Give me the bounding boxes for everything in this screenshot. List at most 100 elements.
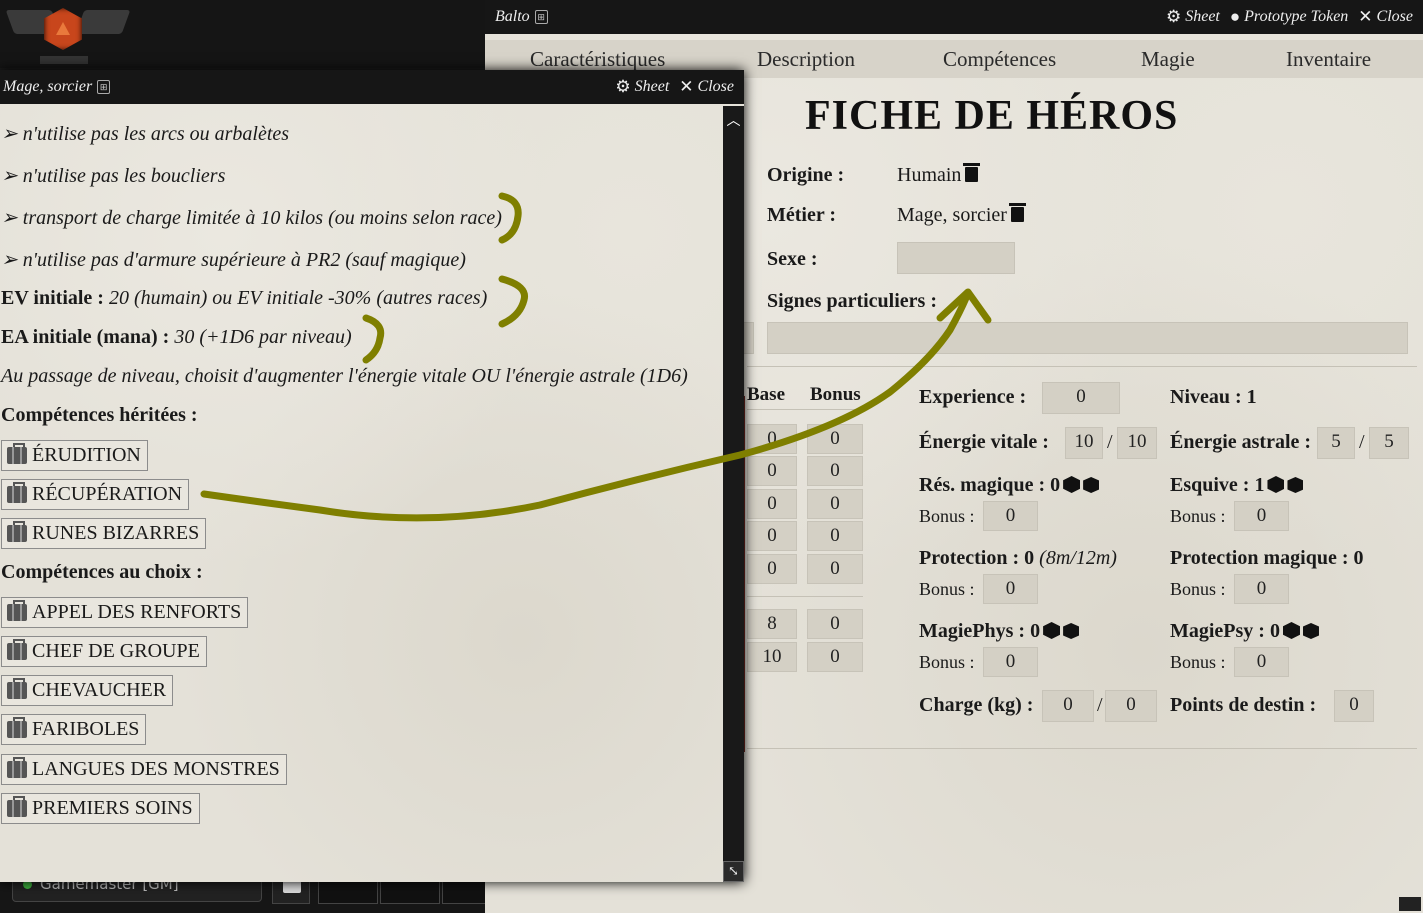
d20-icon[interactable] <box>1267 476 1285 493</box>
sex-input[interactable] <box>897 242 1015 274</box>
stat-base-field[interactable]: 0 <box>747 424 797 454</box>
actor-window-title: Balto ⊞ <box>485 8 1166 26</box>
stat-base-field[interactable]: 0 <box>747 456 797 486</box>
logo-base <box>40 56 88 64</box>
level-label: Niveau : 1 <box>1170 386 1257 408</box>
document-icon[interactable]: ⊞ <box>534 10 548 25</box>
document-icon[interactable]: ⊞ <box>97 80 111 95</box>
d6-icon[interactable] <box>1083 477 1100 493</box>
skill-button[interactable]: RÉCUPÉRATION <box>1 479 190 510</box>
close-button[interactable]: ✕ Close <box>679 77 734 97</box>
choice-skills-title: Compétences au choix : <box>1 561 203 583</box>
stat-base-field[interactable]: 8 <box>747 609 797 639</box>
tab-description[interactable]: Description <box>757 47 855 72</box>
tab-magie[interactable]: Magie <box>1141 47 1195 72</box>
charge-label: Charge (kg) : <box>919 694 1034 716</box>
inherited-skills-title: Compétences héritées : <box>1 404 198 426</box>
scrollbar[interactable]: ︿ ⤡ <box>723 106 744 882</box>
experience-input[interactable]: 0 <box>1042 382 1120 414</box>
ev-current-input[interactable]: 10 <box>1065 427 1103 459</box>
stat-bonus-field[interactable]: 0 <box>807 554 863 584</box>
d6-icon[interactable] <box>1063 623 1080 639</box>
skill-button[interactable]: ÉRUDITION <box>1 440 148 471</box>
suitcase-icon <box>7 757 27 778</box>
dodge-bonus-input[interactable]: 0 <box>1234 501 1289 531</box>
d20-icon[interactable] <box>1282 622 1300 639</box>
tab-caracteristiques[interactable]: Caractéristiques <box>530 47 665 72</box>
stat-bonus-field[interactable]: 0 <box>807 456 863 486</box>
destiny-label: Points de destin : <box>1170 694 1317 716</box>
bonus-label: Bonus : <box>1170 652 1226 672</box>
d20-icon[interactable] <box>1043 622 1061 639</box>
magiepsy-bonus-input[interactable]: 0 <box>1234 647 1289 677</box>
d6-icon[interactable] <box>1302 623 1319 639</box>
protection-bonus-input[interactable]: 0 <box>983 574 1038 604</box>
magiepsy-label: MagiePsy : 0 <box>1170 620 1319 643</box>
divider <box>747 409 863 410</box>
stat-bonus-field[interactable]: 0 <box>807 609 863 639</box>
item-sheet-body: ➢ n'utilise pas les arcs ou arbalètes ➢ … <box>0 106 723 882</box>
trash-icon[interactable] <box>1008 203 1026 222</box>
skill-button[interactable]: LANGUES DES MONSTRES <box>1 754 287 785</box>
stat-base-field[interactable]: 0 <box>747 489 797 519</box>
protection-mag-bonus-input[interactable]: 0 <box>1234 574 1289 604</box>
charge-max-input[interactable]: 0 <box>1105 690 1157 722</box>
stat-base-field[interactable]: 0 <box>747 554 797 584</box>
stat-bonus-field[interactable]: 0 <box>807 489 863 519</box>
gear-icon: ⚙ <box>1165 7 1182 26</box>
skill-button[interactable]: APPEL DES RENFORTS <box>1 597 249 628</box>
resize-icon[interactable] <box>1399 897 1421 911</box>
charge-current-input[interactable]: 0 <box>1042 690 1094 722</box>
stat-bonus-field[interactable]: 0 <box>807 521 863 551</box>
d6-icon[interactable] <box>1287 477 1304 493</box>
trash-icon[interactable] <box>963 163 981 182</box>
destiny-input[interactable]: 0 <box>1334 690 1374 722</box>
divider <box>747 748 1417 749</box>
ev-max-input[interactable]: 10 <box>1117 427 1157 459</box>
magiephys-bonus-input[interactable]: 0 <box>983 647 1038 677</box>
logo-wing-right <box>75 10 131 34</box>
ea-max-input[interactable]: 5 <box>1369 427 1409 459</box>
suitcase-icon <box>7 678 27 699</box>
job-label: Métier : <box>767 204 837 226</box>
suitcase-icon <box>7 443 27 464</box>
sheet-config-button[interactable]: ⚙ Sheet <box>1166 7 1220 27</box>
divider <box>747 366 1417 367</box>
origin-value[interactable]: Humain <box>897 163 981 187</box>
skill-button[interactable]: RUNES BIZARRES <box>1 518 207 549</box>
suitcase-icon <box>7 600 27 621</box>
resize-icon[interactable]: ⤡ <box>723 861 744 882</box>
actor-window-header[interactable]: Balto ⊞ ⚙ Sheet ● Prototype Token ✕ Close <box>485 0 1423 34</box>
stat-bonus-field[interactable]: 0 <box>807 424 863 454</box>
restriction-line: ➢ n'utilise pas d'armure supérieure à PR… <box>1 249 466 271</box>
skill-button[interactable]: FARIBOLES <box>1 714 147 745</box>
tab-competences[interactable]: Compétences <box>943 47 1056 72</box>
tab-inventaire[interactable]: Inventaire <box>1286 47 1371 72</box>
signs-input[interactable] <box>767 322 1408 354</box>
prototype-token-button[interactable]: ● Prototype Token <box>1230 7 1348 27</box>
d20-icon[interactable] <box>1063 476 1081 493</box>
ea-current-input[interactable]: 5 <box>1317 427 1355 459</box>
bonus-label: Bonus : <box>1170 579 1226 599</box>
protection-label: Protection : 0 (8m/12m) <box>919 547 1117 569</box>
restriction-line: ➢ n'utilise pas les arcs ou arbalètes <box>1 123 290 145</box>
stat-base-field[interactable]: 0 <box>747 521 797 551</box>
skill-button[interactable]: CHEVAUCHER <box>1 675 174 706</box>
res-mag-bonus-input[interactable]: 0 <box>983 501 1038 531</box>
stat-bonus-field[interactable]: 0 <box>807 642 863 672</box>
dodge-label: Esquive : 1 <box>1170 474 1304 497</box>
sheet-config-button[interactable]: ⚙ Sheet <box>615 77 669 97</box>
item-window-header[interactable]: Mage, sorcier ⊞ ⚙ Sheet ✕ Close <box>0 70 744 104</box>
skill-button[interactable]: PREMIERS SOINS <box>1 793 200 824</box>
skill-button[interactable]: CHEF DE GROUPE <box>1 636 207 667</box>
suitcase-icon <box>7 482 27 503</box>
job-value[interactable]: Mage, sorcier <box>897 203 1026 227</box>
stat-base-field[interactable]: 10 <box>747 642 797 672</box>
chevron-up-icon[interactable]: ︿ <box>726 110 741 129</box>
stats-bonus-header: Bonus <box>810 384 861 405</box>
level-up-line: Au passage de niveau, choisit d'augmente… <box>1 365 688 387</box>
close-button[interactable]: ✕ Close <box>1358 7 1413 27</box>
close-icon: ✕ <box>1358 7 1373 26</box>
restriction-line: ➢ n'utilise pas les boucliers <box>1 165 226 187</box>
suitcase-icon <box>7 521 27 542</box>
